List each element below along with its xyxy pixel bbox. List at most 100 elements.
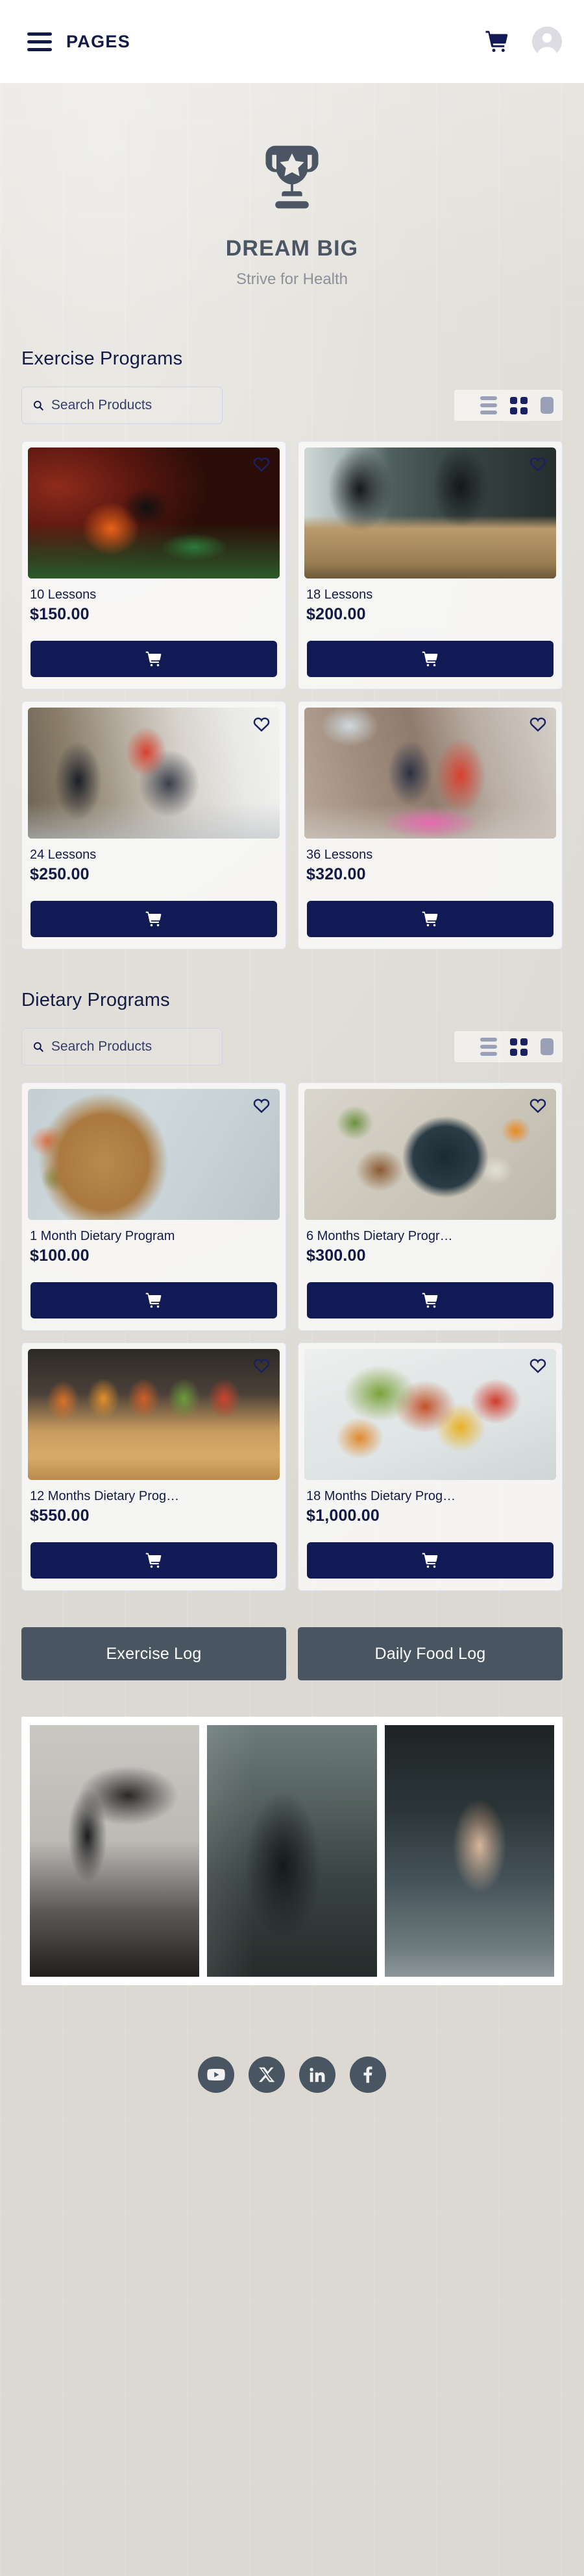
heart-icon[interactable] xyxy=(252,715,271,733)
product-card[interactable]: 36 Lessons $320.00 xyxy=(298,701,563,949)
product-card[interactable]: 18 Lessons $200.00 xyxy=(298,441,563,689)
product-image xyxy=(28,708,280,839)
gallery-strip xyxy=(30,1725,554,1977)
exercise-search-input[interactable] xyxy=(51,398,212,413)
heart-icon[interactable] xyxy=(529,715,547,733)
gallery-image[interactable] xyxy=(207,1725,377,1977)
add-to-cart-button[interactable] xyxy=(30,1282,277,1318)
heart-icon[interactable] xyxy=(529,1097,547,1115)
shopping-cart-icon[interactable] xyxy=(484,29,510,54)
hero-section: DREAM BIG Strive for Health xyxy=(0,83,584,348)
shopping-cart-icon xyxy=(422,1553,438,1568)
add-to-cart-button[interactable] xyxy=(307,641,554,677)
hamburger-bar xyxy=(27,32,52,36)
product-image xyxy=(304,1349,556,1480)
product-image xyxy=(304,708,556,839)
product-title: 36 Lessons xyxy=(306,848,373,862)
dietary-view-toggle xyxy=(454,1031,563,1062)
footer-social-bar xyxy=(0,2025,584,2133)
linkedin-icon xyxy=(310,2068,325,2082)
list-view-icon[interactable] xyxy=(480,396,497,414)
add-to-cart-button[interactable] xyxy=(30,641,277,677)
dietary-toolbar xyxy=(21,1028,563,1066)
list-view-icon[interactable] xyxy=(480,1038,497,1056)
product-card[interactable]: 18 Months Dietary Prog… $1,000.00 xyxy=(298,1342,563,1591)
product-card[interactable]: 10 Lessons $150.00 xyxy=(21,441,286,689)
social-link-youtube[interactable] xyxy=(198,2057,234,2093)
product-price: $1,000.00 xyxy=(306,1507,380,1525)
heart-icon[interactable] xyxy=(252,1357,271,1375)
header-left-group: PAGES xyxy=(27,32,130,52)
product-title: 18 Lessons xyxy=(306,588,373,602)
hamburger-icon[interactable] xyxy=(27,32,52,51)
add-to-cart-button[interactable] xyxy=(307,901,554,937)
product-card[interactable]: 1 Month Dietary Program $100.00 xyxy=(21,1082,286,1331)
heart-icon[interactable] xyxy=(529,1357,547,1375)
add-to-cart-button[interactable] xyxy=(307,1542,554,1579)
social-link-facebook[interactable] xyxy=(350,2057,386,2093)
daily-food-log-button[interactable]: Daily Food Log xyxy=(298,1627,563,1680)
exercise-toolbar xyxy=(21,387,563,424)
product-card[interactable]: 6 Months Dietary Progr… $300.00 xyxy=(298,1082,563,1331)
pages-menu-label[interactable]: PAGES xyxy=(66,32,130,52)
product-title: 10 Lessons xyxy=(30,588,97,602)
product-price: $320.00 xyxy=(306,865,366,883)
exercise-log-button[interactable]: Exercise Log xyxy=(21,1627,286,1680)
product-image xyxy=(304,447,556,578)
exercise-search-box[interactable] xyxy=(21,387,223,424)
heart-icon[interactable] xyxy=(252,455,271,473)
shopping-cart-icon xyxy=(145,1293,162,1308)
exercise-view-toggle xyxy=(454,390,563,421)
shopping-cart-icon xyxy=(145,911,162,927)
hamburger-bar xyxy=(27,47,52,51)
youtube-icon xyxy=(207,2069,225,2081)
product-image xyxy=(304,1089,556,1220)
hamburger-bar xyxy=(27,40,52,43)
heart-icon[interactable] xyxy=(252,1097,271,1115)
social-link-linkedin[interactable] xyxy=(299,2057,335,2093)
hero-subtitle: Strive for Health xyxy=(236,270,348,288)
product-price: $100.00 xyxy=(30,1246,90,1265)
product-title: 6 Months Dietary Progr… xyxy=(306,1229,453,1243)
gallery-image[interactable] xyxy=(384,1725,554,1977)
x-icon xyxy=(258,2067,275,2082)
product-price: $200.00 xyxy=(306,605,366,623)
dietary-search-input[interactable] xyxy=(51,1039,212,1055)
add-to-cart-button[interactable] xyxy=(307,1282,554,1318)
shopping-cart-icon xyxy=(422,1293,438,1308)
top-header: PAGES xyxy=(0,0,584,83)
social-link-x[interactable] xyxy=(249,2057,285,2093)
product-price: $250.00 xyxy=(30,865,90,883)
hero-title: DREAM BIG xyxy=(225,236,359,261)
exercise-section-title: Exercise Programs xyxy=(21,348,183,369)
product-image xyxy=(28,1089,280,1220)
header-right-group xyxy=(484,27,562,56)
dietary-product-grid: 1 Month Dietary Program $100.00 6 Months… xyxy=(21,1082,563,1591)
single-column-view-icon[interactable] xyxy=(541,397,554,414)
single-column-view-icon[interactable] xyxy=(541,1038,554,1055)
product-card[interactable]: 24 Lessons $250.00 xyxy=(21,701,286,949)
shopping-cart-icon xyxy=(145,651,162,667)
shopping-cart-icon xyxy=(422,651,438,667)
dietary-search-box[interactable] xyxy=(21,1028,223,1066)
product-image xyxy=(28,1349,280,1480)
add-to-cart-button[interactable] xyxy=(30,901,277,937)
add-to-cart-button[interactable] xyxy=(30,1542,277,1579)
product-title: 1 Month Dietary Program xyxy=(30,1229,175,1243)
product-price: $300.00 xyxy=(306,1246,366,1265)
product-card[interactable]: 12 Months Dietary Prog… $550.00 xyxy=(21,1342,286,1591)
exercise-programs-section: Exercise Programs Search Products 10 Les… xyxy=(0,348,584,949)
search-icon xyxy=(33,400,43,411)
shopping-cart-icon xyxy=(422,911,438,927)
gallery-image[interactable] xyxy=(30,1725,200,1977)
grid-view-icon[interactable] xyxy=(510,396,528,414)
heart-icon[interactable] xyxy=(529,455,547,473)
trophy-icon xyxy=(265,145,319,209)
product-title: 24 Lessons xyxy=(30,848,97,862)
dietary-section-title: Dietary Programs xyxy=(21,990,170,1010)
search-icon xyxy=(33,1042,43,1052)
avatar[interactable] xyxy=(532,27,562,56)
grid-view-icon[interactable] xyxy=(510,1038,528,1056)
dietary-programs-section: Dietary Programs Search Products 1 Month… xyxy=(0,990,584,1591)
exercise-product-grid: 10 Lessons $150.00 18 Lessons $200.00 24… xyxy=(21,441,563,949)
